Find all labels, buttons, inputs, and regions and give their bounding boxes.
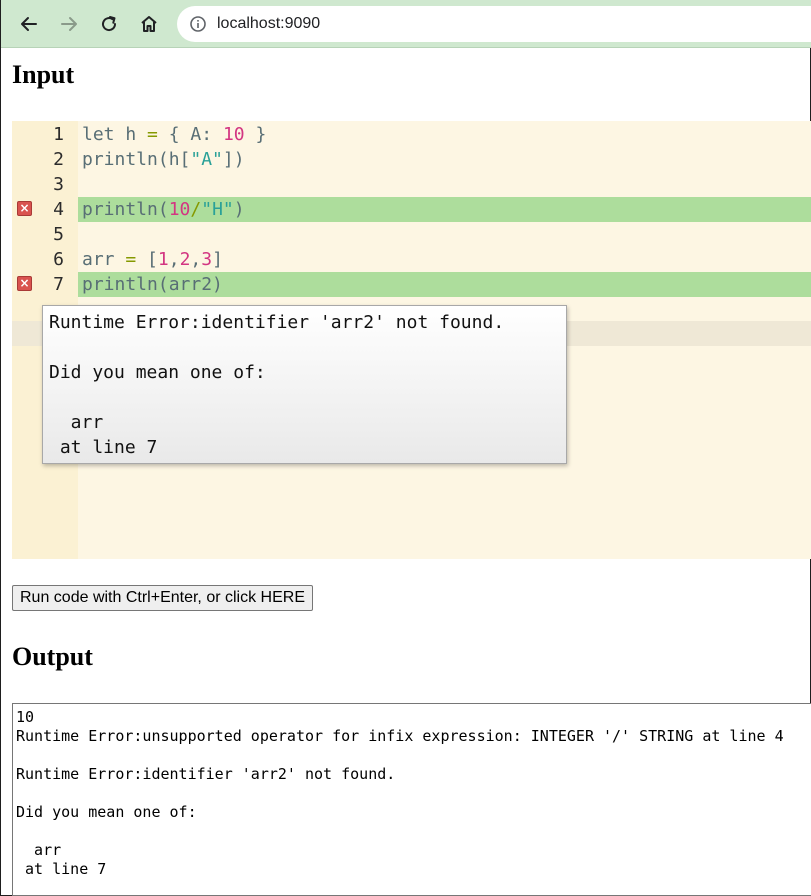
- arrow-left-icon: [21, 17, 37, 31]
- arrow-right-icon: [61, 17, 77, 31]
- code-line-5[interactable]: 5: [12, 222, 811, 247]
- forward-button[interactable]: [55, 10, 83, 38]
- line-number: 1: [53, 124, 64, 145]
- code-line-3[interactable]: 3: [12, 172, 811, 197]
- line-number: 6: [53, 249, 64, 270]
- code-text: println(10/"H"): [78, 197, 811, 222]
- home-icon: [141, 16, 157, 32]
- code-line-1[interactable]: 1 let h = { A: 10 }: [12, 122, 811, 147]
- home-button[interactable]: [135, 10, 163, 38]
- output-heading: Output: [12, 642, 93, 671]
- code-text: println(h["A"]): [82, 149, 245, 170]
- url-text: localhost:9090: [217, 15, 321, 32]
- code-text: let h = { A: 10 }: [82, 124, 267, 145]
- address-bar[interactable]: localhost:9090: [177, 6, 811, 42]
- code-line-6[interactable]: 6 arr = [1,2,3]: [12, 247, 811, 272]
- line-number: 3: [53, 174, 64, 195]
- code-text: arr = [1,2,3]: [82, 249, 223, 270]
- code-line-2[interactable]: 2 println(h["A"]): [12, 147, 811, 172]
- line-number: 7: [53, 274, 64, 295]
- code-line-4[interactable]: × 4 println(10/"H"): [12, 197, 811, 222]
- reload-icon: [102, 16, 117, 32]
- error-marker-icon[interactable]: ×: [17, 201, 32, 216]
- reload-button[interactable]: [95, 10, 123, 38]
- code-line-7[interactable]: × 7 println(arr2): [12, 272, 811, 297]
- info-icon: [190, 16, 206, 32]
- code-text: println(arr2): [78, 272, 811, 297]
- line-number: 2: [53, 149, 64, 170]
- back-button[interactable]: [15, 10, 43, 38]
- line-number: 4: [53, 199, 64, 220]
- output-area[interactable]: 10 Runtime Error:unsupported operator fo…: [12, 703, 811, 896]
- input-heading: Input: [12, 60, 75, 89]
- error-tooltip: Runtime Error:identifier 'arr2' not foun…: [42, 305, 567, 464]
- run-code-button[interactable]: Run code with Ctrl+Enter, or click HERE: [12, 585, 313, 611]
- line-number: 5: [53, 224, 64, 245]
- browser-toolbar: localhost:9090: [1, 0, 811, 48]
- error-marker-icon[interactable]: ×: [17, 276, 32, 291]
